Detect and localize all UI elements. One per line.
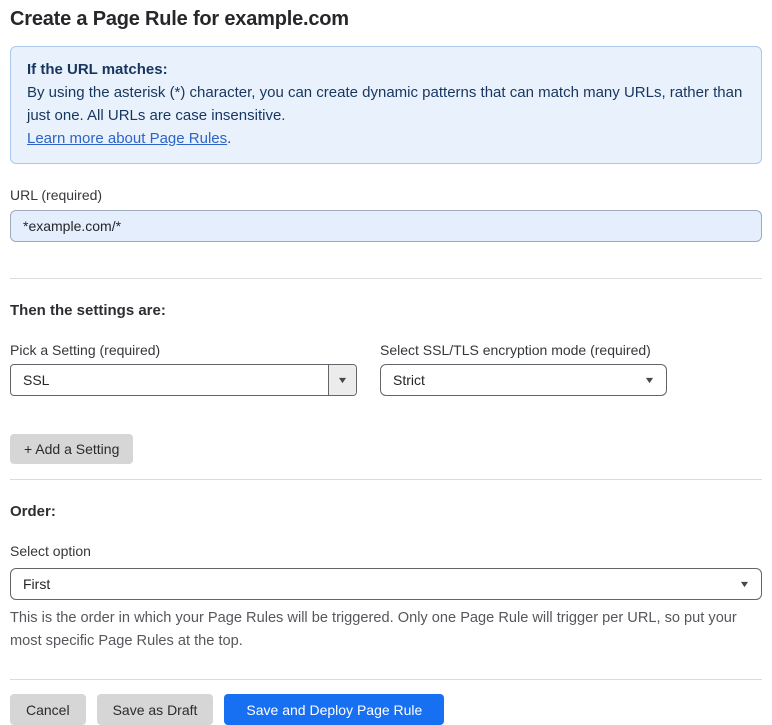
pick-setting-select-button[interactable]: ▼	[328, 365, 356, 395]
add-setting-button[interactable]: + Add a Setting	[10, 434, 134, 464]
order-select-arrow-zone: ▼	[727, 578, 761, 589]
page-title: Create a Page Rule for example.com	[10, 8, 349, 30]
order-select-value: First	[23, 576, 51, 592]
pick-setting-select[interactable]: SSL ▼	[10, 364, 357, 396]
order-help-text: This is the order in which your Page Rul…	[10, 610, 737, 649]
pick-setting-label: Pick a Setting (required)	[10, 342, 161, 358]
order-section-heading: Order:	[10, 503, 56, 520]
selects-row: SSL ▼ Strict ▼	[10, 364, 762, 396]
save-draft-button[interactable]: Save as Draft	[96, 694, 214, 725]
chevron-down-icon: ▼	[737, 578, 751, 589]
url-input[interactable]	[10, 210, 762, 242]
footer-actions: Cancel Save as Draft Save and Deploy Pag…	[10, 694, 762, 725]
link-suffix-text: .	[227, 130, 232, 147]
order-select-label: Select option	[10, 543, 91, 559]
save-deploy-button[interactable]: Save and Deploy Page Rule	[224, 694, 445, 725]
url-field-label: URL (required)	[10, 187, 103, 203]
chevron-down-icon: ▼	[642, 374, 656, 385]
info-box-link-line: Learn more about Page Rules.	[27, 127, 745, 150]
ssl-mode-select[interactable]: Strict ▼	[380, 364, 667, 396]
ssl-mode-select-value: Strict	[393, 372, 425, 388]
url-match-info-box: If the URL matches: By using the asteris…	[10, 46, 762, 164]
chevron-down-icon: ▼	[336, 374, 349, 385]
order-select[interactable]: First ▼	[10, 568, 762, 600]
cancel-button[interactable]: Cancel	[10, 694, 86, 725]
ssl-mode-select-arrow-zone: ▼	[632, 374, 666, 385]
ssl-mode-label: Select SSL/TLS encryption mode (required…	[380, 342, 651, 358]
settings-section-heading: Then the settings are:	[10, 302, 166, 319]
divider	[10, 278, 762, 279]
divider	[10, 479, 762, 480]
info-box-body: By using the asterisk (*) character, you…	[27, 84, 743, 124]
learn-more-link[interactable]: Learn more about Page Rules	[27, 130, 227, 147]
select-labels-row: Pick a Setting (required) Select SSL/TLS…	[10, 342, 762, 358]
divider	[10, 679, 762, 680]
page-rule-form: Create a Page Rule for example.com If th…	[0, 0, 772, 725]
pick-setting-select-value: SSL	[23, 372, 50, 388]
info-box-heading: If the URL matches:	[27, 61, 168, 78]
